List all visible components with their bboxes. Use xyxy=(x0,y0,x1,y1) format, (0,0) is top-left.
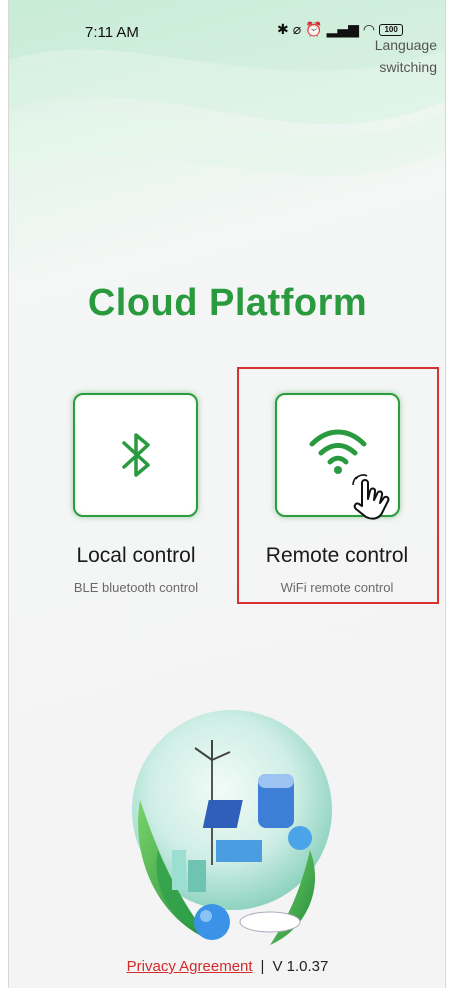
local-control-sublabel: BLE bluetooth control xyxy=(73,580,199,595)
status-time: 7:11 AM xyxy=(85,24,139,41)
signal-icon: ▂▄▆ xyxy=(326,22,359,38)
footer: Privacy Agreement | V 1.0.37 xyxy=(0,958,455,975)
mute-icon: ⌀ xyxy=(292,22,302,38)
page-title: Cloud Platform xyxy=(87,282,368,324)
footer-separator: | xyxy=(260,958,265,975)
privacy-agreement-link[interactable]: Privacy Agreement xyxy=(127,958,253,975)
bluetooth-icon xyxy=(121,433,150,477)
energy-illustration xyxy=(132,710,332,945)
bluetooth-icon: ✱ xyxy=(277,22,289,38)
version-label: V 1.0.37 xyxy=(272,958,329,975)
remote-control-highlight-box xyxy=(237,367,439,604)
local-control-button[interactable] xyxy=(73,393,198,517)
alarm-icon: ⏰ xyxy=(305,22,323,38)
local-control-label: Local control xyxy=(76,544,196,567)
language-switch-button[interactable]: Language switching xyxy=(357,34,437,78)
